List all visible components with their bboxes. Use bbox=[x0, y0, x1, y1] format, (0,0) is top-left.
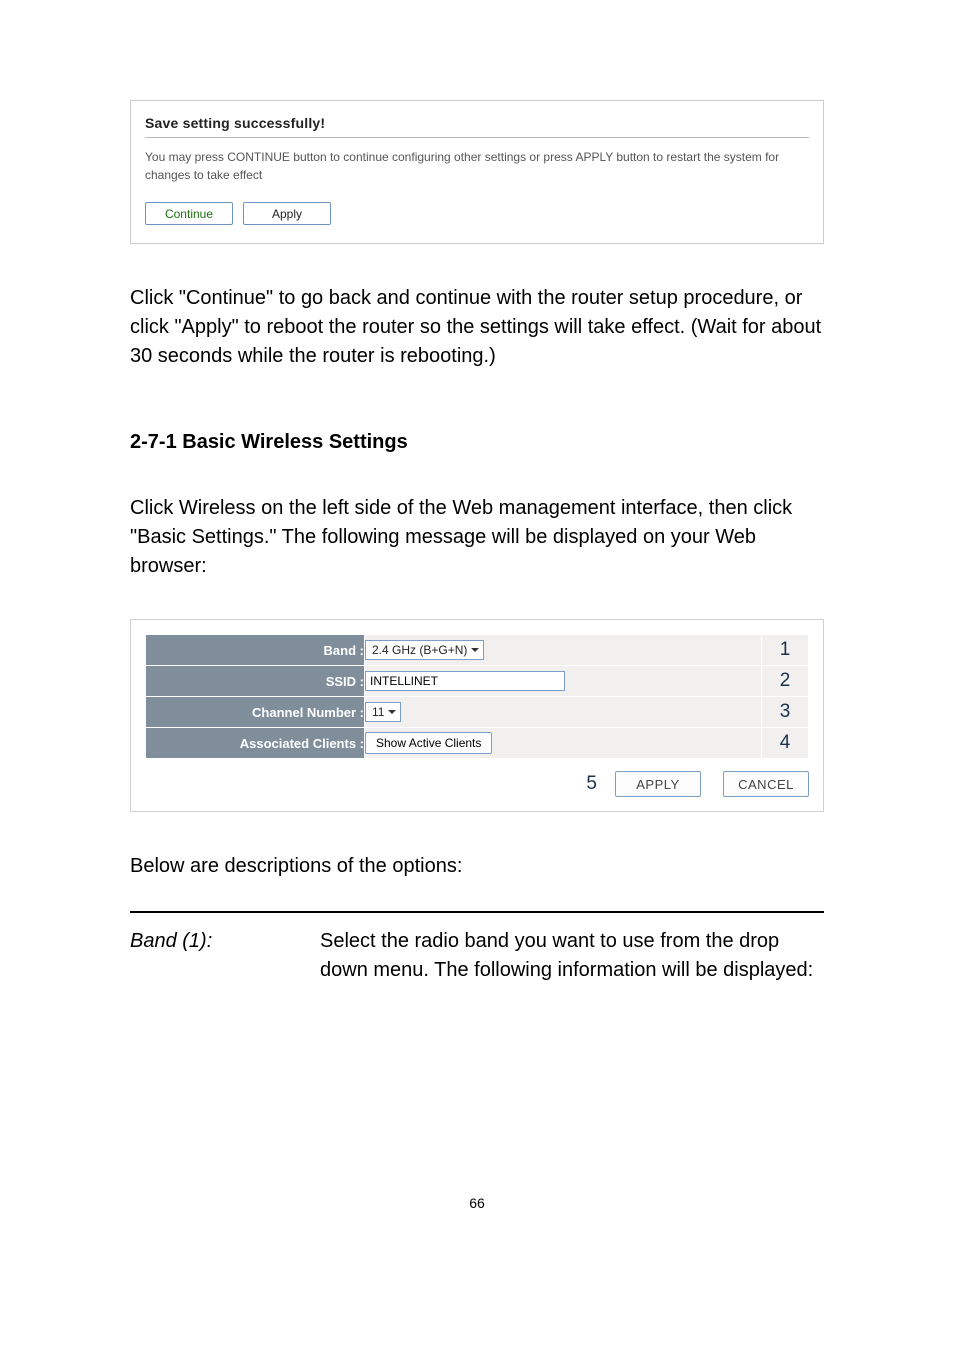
table-row: Band : 2.4 GHz (B+G+N) 1 bbox=[146, 635, 809, 666]
save-title: Save setting successfully! bbox=[145, 115, 809, 131]
table-row: SSID : 2 bbox=[146, 666, 809, 697]
table-row: Associated Clients : Show Active Clients… bbox=[146, 728, 809, 759]
divider bbox=[145, 137, 809, 138]
option-value: Select the radio band you want to use fr… bbox=[320, 927, 824, 985]
ssid-value-cell bbox=[365, 666, 762, 697]
option-key: Band (1): bbox=[130, 927, 320, 985]
button-row: Continue Apply bbox=[145, 202, 809, 225]
show-active-clients-button[interactable]: Show Active Clients bbox=[365, 732, 492, 754]
band-dropdown[interactable]: 2.4 GHz (B+G+N) bbox=[365, 640, 484, 660]
cancel-settings-button[interactable]: CANCEL bbox=[723, 771, 809, 797]
band-value-cell: 2.4 GHz (B+G+N) bbox=[365, 635, 762, 666]
divider bbox=[130, 911, 824, 913]
save-settings-panel: Save setting successfully! You may press… bbox=[130, 100, 824, 244]
settings-table: Band : 2.4 GHz (B+G+N) 1 SSID : 2 Channe… bbox=[145, 634, 809, 759]
apply-button[interactable]: Apply bbox=[243, 202, 331, 225]
option-description-row: Band (1): Select the radio band you want… bbox=[130, 927, 824, 985]
paragraph-descriptions-intro: Below are descriptions of the options: bbox=[130, 852, 824, 881]
clients-value-cell: Show Active Clients bbox=[365, 728, 762, 759]
row-number: 3 bbox=[762, 697, 809, 728]
row-number: 4 bbox=[762, 728, 809, 759]
ssid-input[interactable] bbox=[365, 671, 565, 691]
action-number: 5 bbox=[586, 773, 597, 795]
row-number: 2 bbox=[762, 666, 809, 697]
channel-label: Channel Number : bbox=[146, 697, 365, 728]
table-row: Channel Number : 11 3 bbox=[146, 697, 809, 728]
save-description: You may press CONTINUE button to continu… bbox=[145, 148, 809, 184]
clients-label: Associated Clients : bbox=[146, 728, 365, 759]
continue-button[interactable]: Continue bbox=[145, 202, 233, 225]
paragraph-basic-settings-intro: Click Wireless on the left side of the W… bbox=[130, 494, 824, 581]
page-number: 66 bbox=[130, 1195, 824, 1211]
section-heading-basic-wireless: 2-7-1 Basic Wireless Settings bbox=[130, 431, 824, 454]
action-row: 5 APPLY CANCEL bbox=[145, 771, 809, 797]
ssid-label: SSID : bbox=[146, 666, 365, 697]
wireless-settings-panel: Band : 2.4 GHz (B+G+N) 1 SSID : 2 Channe… bbox=[130, 619, 824, 812]
row-number: 1 bbox=[762, 635, 809, 666]
band-label: Band : bbox=[146, 635, 365, 666]
channel-dropdown[interactable]: 11 bbox=[365, 702, 401, 722]
apply-settings-button[interactable]: APPLY bbox=[615, 771, 701, 797]
paragraph-continue-apply: Click "Continue" to go back and continue… bbox=[130, 284, 824, 371]
channel-value-cell: 11 bbox=[365, 697, 762, 728]
